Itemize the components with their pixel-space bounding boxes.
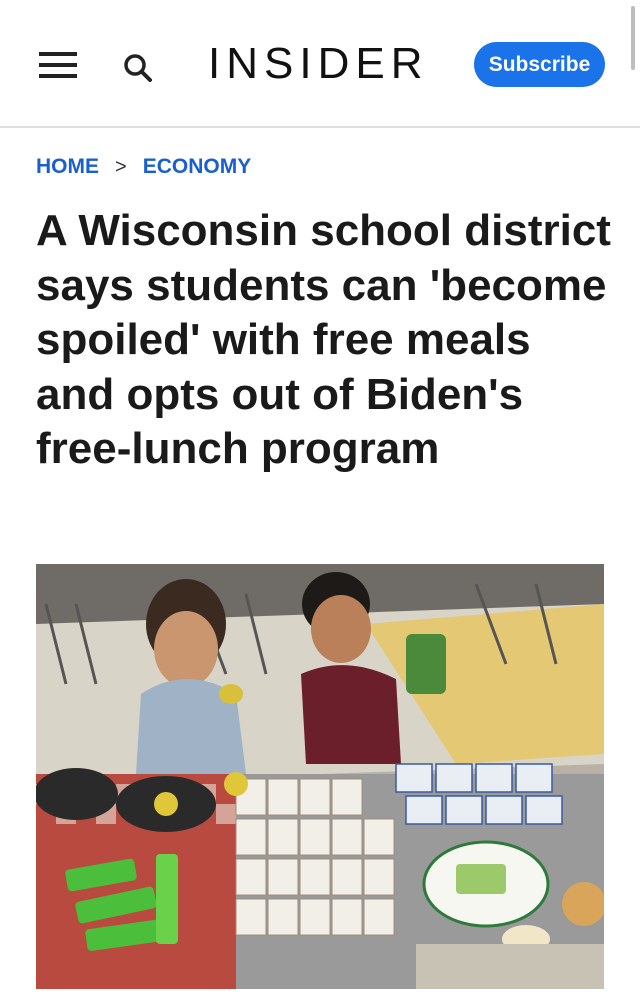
cafeteria-photo-illustration: [36, 564, 604, 989]
article-hero-image: [36, 564, 604, 989]
article-headline: A Wisconsin school district says student…: [36, 206, 611, 473]
breadcrumb-economy-link[interactable]: ECONOMY: [143, 155, 252, 179]
breadcrumb-separator: >: [115, 155, 127, 178]
scrollbar[interactable]: [631, 6, 635, 70]
breadcrumb-home-link[interactable]: HOME: [36, 155, 99, 179]
hamburger-menu-icon[interactable]: [39, 52, 79, 78]
site-header: INSIDER Subscribe: [0, 0, 640, 128]
search-icon[interactable]: [120, 50, 156, 86]
subscribe-button[interactable]: Subscribe: [474, 42, 605, 87]
breadcrumb: HOME > ECONOMY: [36, 153, 251, 181]
insider-logo[interactable]: INSIDER: [208, 38, 428, 90]
